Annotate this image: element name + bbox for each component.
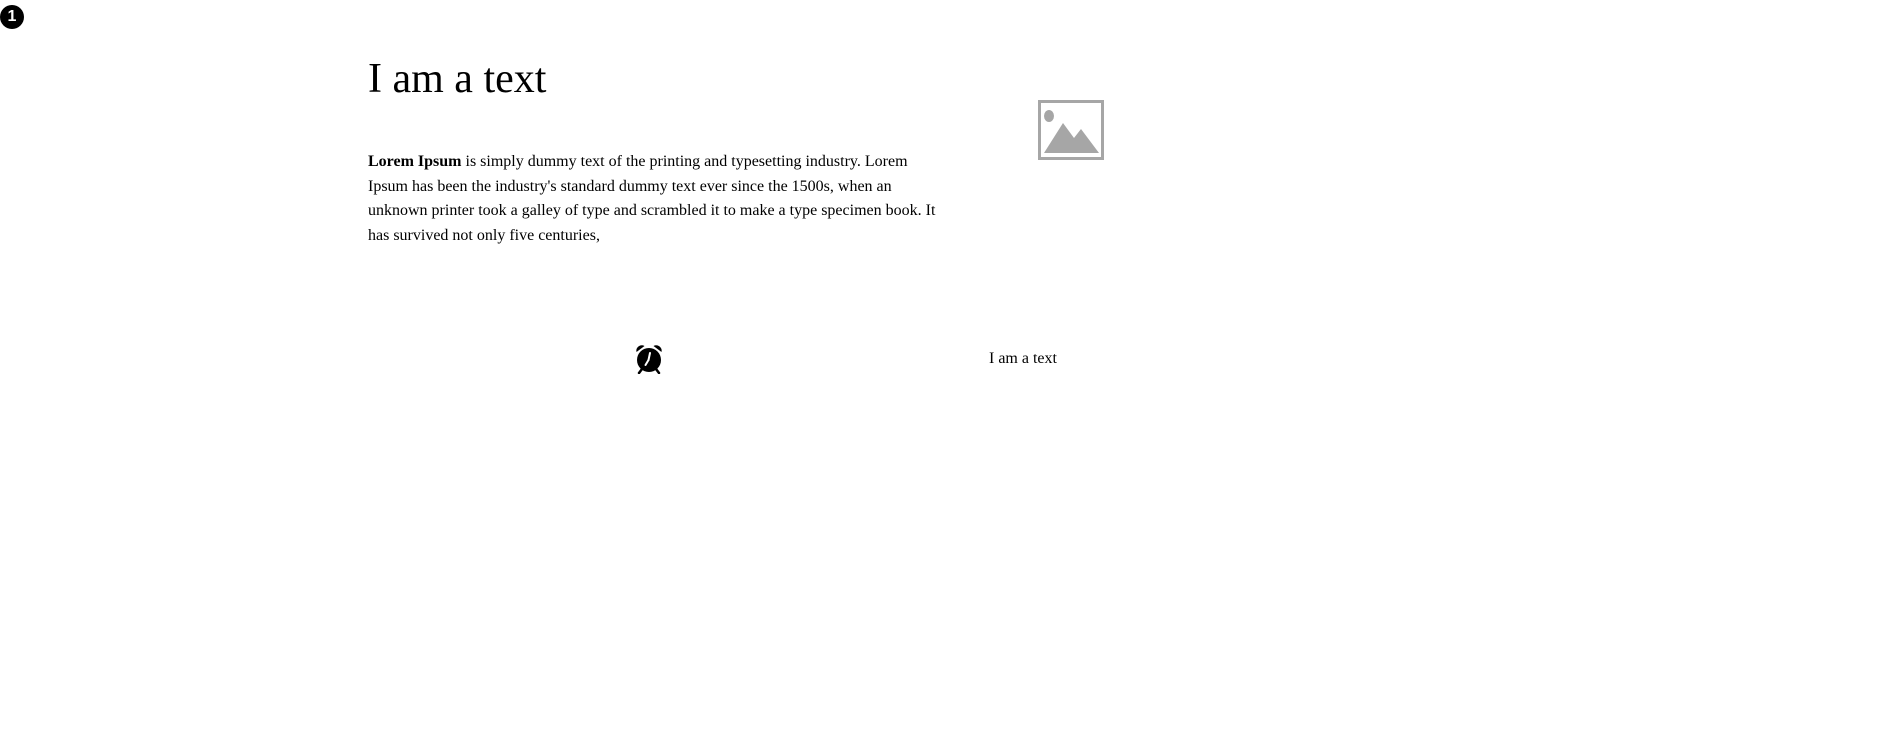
paragraph-bold-lead: Lorem Ipsum — [368, 153, 462, 170]
body-paragraph: Lorem Ipsum is simply dummy text of the … — [368, 150, 940, 248]
image-placeholder-icon — [1038, 100, 1104, 160]
caption-text: I am a text — [989, 350, 1057, 367]
alarm-clock-icon — [635, 344, 663, 375]
page-heading: I am a text — [368, 56, 547, 102]
step-number-badge: 1 — [0, 5, 24, 29]
